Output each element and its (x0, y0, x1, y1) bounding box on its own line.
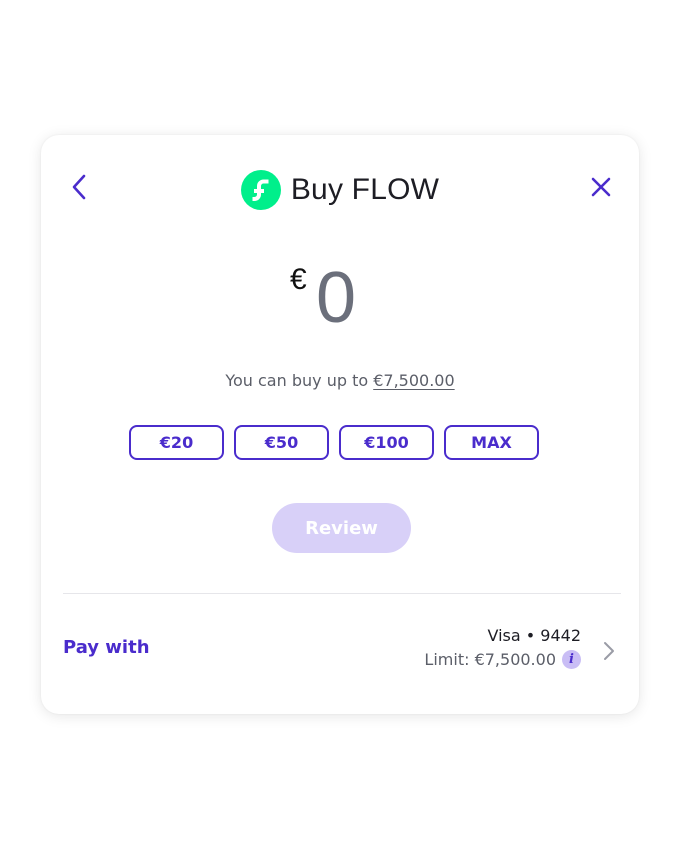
flow-logo-icon (240, 170, 281, 210)
buy-limit-link[interactable]: €7,500.00 (373, 371, 454, 390)
title-group: Buy FLOW (41, 170, 639, 210)
currency-symbol: € (290, 263, 307, 296)
payment-card-limit-text: Limit: €7,500.00 (424, 650, 556, 669)
buy-limit-prefix: You can buy up to (225, 371, 374, 390)
divider (63, 593, 621, 594)
buy-flow-card: Buy FLOW € 0 You can buy up to €7,500.00… (41, 135, 639, 714)
page-title: Buy FLOW (290, 173, 440, 206)
preset-20-button[interactable]: €20 (129, 425, 224, 460)
header: Buy FLOW (41, 135, 639, 245)
close-icon (591, 177, 611, 197)
amount-display[interactable]: € 0 (41, 253, 639, 343)
payment-card-name: Visa • 9442 (487, 626, 581, 645)
pay-with-label: Pay with (63, 637, 150, 658)
review-button[interactable]: Review (272, 503, 411, 553)
preset-max-button[interactable]: MAX (444, 425, 539, 460)
buy-limit-note: You can buy up to €7,500.00 (41, 371, 639, 390)
amount-value: 0 (316, 258, 357, 338)
preset-50-button[interactable]: €50 (234, 425, 329, 460)
preset-100-button[interactable]: €100 (339, 425, 434, 460)
preset-amounts: €20 €50 €100 MAX (129, 425, 539, 460)
info-icon[interactable]: i (562, 650, 581, 669)
pay-with-row[interactable]: Pay with Visa • 9442 Limit: €7,500.00 i (41, 605, 639, 685)
chevron-right-icon (604, 642, 614, 660)
close-button[interactable] (585, 171, 617, 203)
payment-card-limit: Limit: €7,500.00 i (424, 650, 581, 669)
